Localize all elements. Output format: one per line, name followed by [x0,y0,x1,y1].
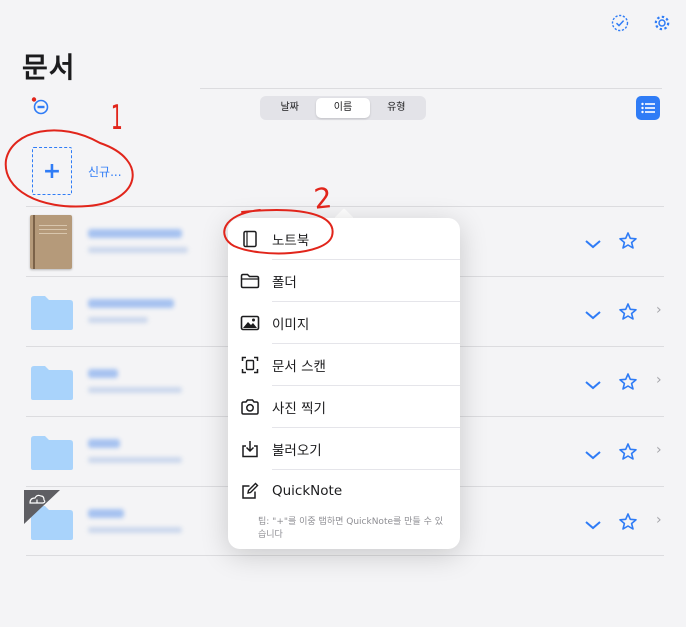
annotation-circle-notebook [223,209,334,255]
red-annotation-overlay [4,129,334,255]
annotation-number-two: 2 [312,181,334,216]
annotation-circle-new [4,129,134,208]
annotation-number-one: 1 [110,98,123,138]
